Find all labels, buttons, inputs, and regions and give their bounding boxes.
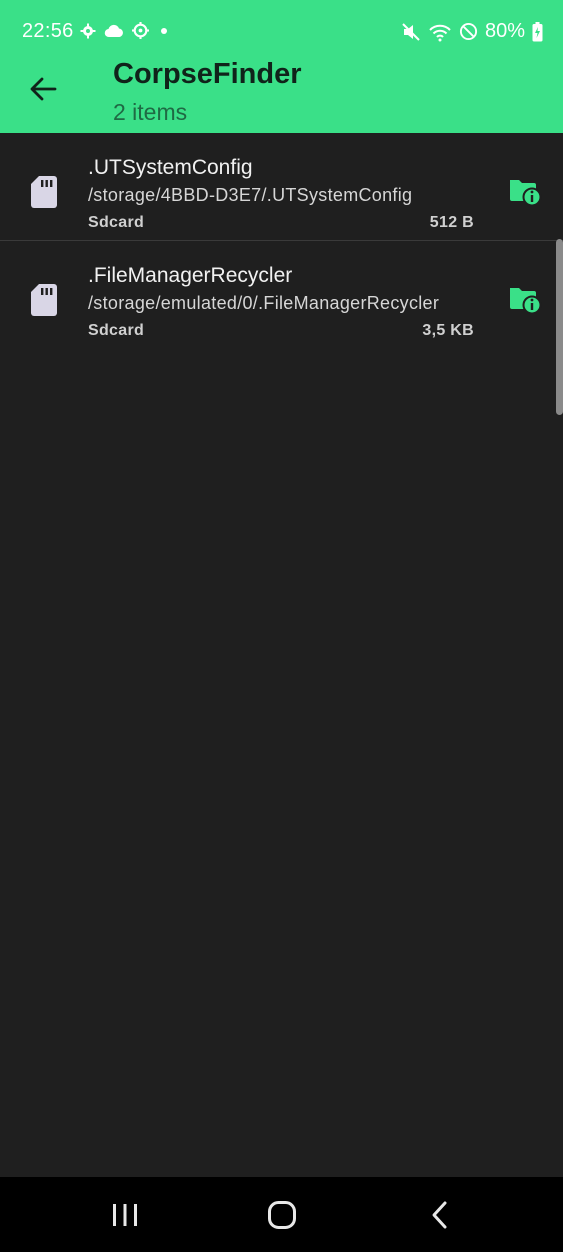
nav-back-icon	[432, 1201, 447, 1229]
sdcard-icon	[31, 284, 57, 316]
scrollbar[interactable]	[556, 239, 563, 415]
item-path: /storage/4BBD-D3E7/.UTSystemConfig	[88, 185, 413, 205]
wifi-icon	[429, 24, 451, 41]
mute-icon	[402, 22, 420, 41]
battery-percentage: 80%	[484, 20, 525, 42]
arrow-back-icon	[30, 77, 57, 101]
app-header: 22:56 80% CorpseFinder 2 items	[0, 0, 563, 133]
status-icons-left	[80, 22, 171, 39]
item-name: .UTSystemConfig	[88, 156, 253, 179]
sdcard-icon	[31, 176, 57, 208]
list-item[interactable]: .UTSystemConfig /storage/4BBD-D3E7/.UTSy…	[0, 133, 563, 240]
dot-icon	[161, 27, 167, 34]
home-icon	[268, 1201, 296, 1229]
cloud-icon	[104, 24, 123, 37]
recents-button[interactable]	[95, 1195, 155, 1235]
nav-back-button[interactable]	[410, 1195, 470, 1235]
recents-icon	[113, 1204, 137, 1226]
item-location: Sdcard	[88, 214, 145, 231]
do-not-disturb-icon	[459, 22, 478, 41]
page-subtitle: 2 items	[113, 99, 188, 125]
corpse-list: .UTSystemConfig /storage/4BBD-D3E7/.UTSy…	[0, 133, 563, 347]
status-time: 22:56	[22, 20, 74, 42]
item-size: 3,5 KB	[422, 322, 474, 339]
item-path: /storage/emulated/0/.FileManagerRecycler	[88, 293, 440, 313]
battery-charging-icon	[532, 21, 543, 41]
status-icons-right: 80%	[401, 20, 543, 43]
item-name: .FileManagerRecycler	[88, 264, 293, 287]
page-title: CorpseFinder	[113, 58, 302, 90]
back-button[interactable]	[20, 68, 66, 110]
item-size: 512 B	[429, 214, 474, 231]
list-item[interactable]: .FileManagerRecycler /storage/emulated/0…	[0, 240, 563, 347]
gear-icon	[80, 23, 96, 38]
folder-info-icon[interactable]	[508, 177, 542, 207]
status-bar: 22:56 80%	[0, 0, 563, 62]
navigation-bar	[0, 1177, 563, 1252]
item-location: Sdcard	[88, 322, 145, 339]
home-button[interactable]	[252, 1195, 312, 1235]
folder-info-icon[interactable]	[508, 285, 542, 315]
settings-icon	[132, 22, 149, 39]
